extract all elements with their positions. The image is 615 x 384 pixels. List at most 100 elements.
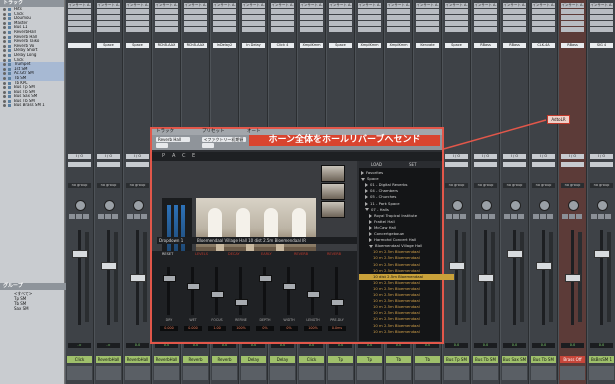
insert-slot[interactable]: インサート A-E	[358, 3, 381, 8]
insert-slot[interactable]	[242, 21, 265, 26]
insert-slot[interactable]: インサート A-E	[242, 3, 265, 8]
venue-thumbnail-1[interactable]	[321, 165, 345, 182]
mute-solo-button[interactable]	[540, 214, 546, 219]
insert-slot[interactable]	[503, 15, 526, 20]
send-slot[interactable]: RChB-AAX	[184, 43, 207, 48]
plugin-tab[interactable]: P	[162, 153, 165, 159]
pan-knob[interactable]	[539, 200, 550, 211]
insert-slot[interactable]	[474, 27, 497, 32]
track-name[interactable]: Tp	[328, 356, 353, 363]
group-selector[interactable]: no group	[532, 183, 555, 188]
input-selector[interactable]	[97, 162, 120, 167]
preset-prev-button[interactable]	[202, 143, 214, 148]
input-selector[interactable]	[474, 162, 497, 167]
insert-slot[interactable]	[329, 9, 352, 14]
mute-solo-button[interactable]	[504, 214, 510, 219]
insert-slot[interactable]: インサート A-E	[97, 3, 120, 8]
mute-solo-button[interactable]	[127, 214, 133, 219]
insert-slot[interactable]	[271, 21, 294, 26]
insert-slot[interactable]	[329, 21, 352, 26]
comment-field[interactable]	[560, 366, 585, 380]
browser-item[interactable]: 10 m 2.5m Bloemendaal	[359, 262, 454, 268]
insert-slot[interactable]	[97, 21, 120, 26]
plugin-tab[interactable]: C	[182, 153, 186, 159]
browser-item[interactable]: 07 - Halls	[359, 207, 446, 213]
group-selector[interactable]: no group	[126, 183, 149, 188]
mute-solo-button[interactable]	[569, 214, 575, 219]
mute-solo-button[interactable]	[76, 214, 82, 219]
insert-slot[interactable]: インサート A-E	[474, 3, 497, 8]
control-slider[interactable]	[331, 267, 344, 315]
send-slot[interactable]: Space	[329, 43, 352, 48]
insert-slot[interactable]	[532, 27, 555, 32]
pan-knob[interactable]	[452, 200, 463, 211]
browser-item[interactable]: Concertgebouw	[359, 231, 450, 237]
insert-slot[interactable]	[532, 15, 555, 20]
track-name[interactable]: Reverb	[183, 356, 208, 363]
fader-cap[interactable]	[101, 262, 117, 270]
insert-slot[interactable]	[184, 21, 207, 26]
send-slot[interactable]: RChB-AAX	[155, 43, 178, 48]
track-name[interactable]: BsBrsSM 1	[589, 356, 614, 363]
insert-slot[interactable]	[358, 9, 381, 14]
mute-solo-button[interactable]	[83, 214, 89, 219]
insert-slot[interactable]	[126, 9, 149, 14]
mute-solo-button[interactable]	[141, 214, 147, 219]
fader-cap[interactable]	[72, 250, 88, 258]
venue-thumbnail-2[interactable]	[321, 183, 345, 200]
send-slot[interactable]: InDelay2	[213, 43, 236, 48]
mute-solo-button[interactable]	[134, 214, 140, 219]
insert-slot[interactable]	[300, 15, 323, 20]
track-name[interactable]: Bus Tb SM	[473, 356, 498, 363]
comment-field[interactable]	[415, 366, 440, 380]
browser-tab-load[interactable]: LOAD	[371, 162, 382, 167]
insert-slot[interactable]	[416, 15, 439, 20]
insert-slot[interactable]	[271, 27, 294, 32]
slider-thumb[interactable]	[211, 291, 224, 298]
browser-item[interactable]: 10 m 2.5m Bloemendaal	[359, 310, 454, 316]
insert-slot[interactable]	[155, 27, 178, 32]
insert-slot[interactable]	[416, 21, 439, 26]
insert-slot[interactable]	[68, 21, 91, 26]
insert-slot[interactable]	[561, 15, 584, 20]
browser-item[interactable]: 10 m 2.5m Bloemendaal	[359, 316, 454, 322]
insert-slot[interactable]: インサート A-E	[387, 3, 410, 8]
group-selector[interactable]: no group	[68, 183, 91, 188]
insert-slot[interactable]: インサート A-E	[416, 3, 439, 8]
browser-item[interactable]: Space	[359, 176, 442, 182]
insert-slot[interactable]	[213, 21, 236, 26]
insert-slot[interactable]	[329, 15, 352, 20]
insert-slot[interactable]	[387, 27, 410, 32]
comment-field[interactable]	[270, 366, 295, 380]
browser-item[interactable]: Royal Tropical Institute	[359, 213, 450, 219]
slider-thumb[interactable]	[259, 275, 272, 282]
send-slot[interactable]: XmplKmm	[358, 43, 381, 48]
control-slider[interactable]	[283, 267, 296, 315]
comment-field[interactable]	[125, 366, 150, 380]
insert-slot[interactable]	[155, 9, 178, 14]
insert-slot[interactable]	[271, 15, 294, 20]
send-slot[interactable]: Space	[445, 43, 468, 48]
insert-slot[interactable]	[590, 21, 613, 26]
comment-field[interactable]	[212, 366, 237, 380]
track-name[interactable]: ReverbHall	[96, 356, 121, 363]
track-name[interactable]: Tb	[415, 356, 440, 363]
comment-field[interactable]	[241, 366, 266, 380]
insert-slot[interactable]: インサート A-E	[155, 3, 178, 8]
send-slot[interactable]: RBass	[474, 43, 497, 48]
insert-slot[interactable]: インサート A-E	[329, 3, 352, 8]
browser-item[interactable]: 11 - Park Space	[359, 201, 446, 207]
insert-slot[interactable]	[242, 15, 265, 20]
insert-slot[interactable]: インサート A-E	[68, 3, 91, 8]
input-selector[interactable]	[561, 162, 584, 167]
insert-slot[interactable]	[68, 27, 91, 32]
browser-item[interactable]: 10 m 2.5m Bloemendaal	[359, 298, 454, 304]
mute-solo-button[interactable]	[533, 214, 539, 219]
fader-cap[interactable]	[478, 274, 494, 282]
insert-slot[interactable]	[416, 9, 439, 14]
plugin-tab[interactable]: A	[172, 153, 175, 159]
slider-thumb[interactable]	[187, 283, 200, 290]
track-name[interactable]: Bus Tb SM	[531, 356, 556, 363]
comment-field[interactable]	[473, 366, 498, 380]
slider-thumb[interactable]	[307, 291, 320, 298]
